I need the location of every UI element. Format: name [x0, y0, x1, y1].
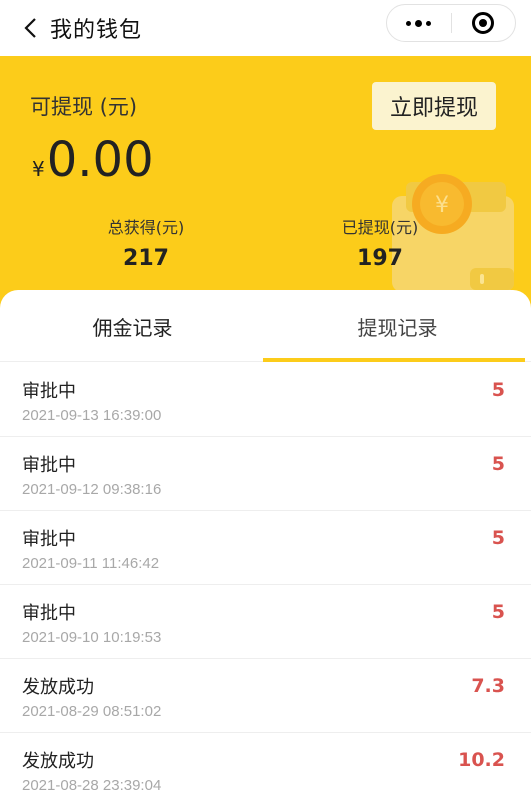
list-item[interactable]: 发放成功 2021-08-29 08:51:02 7.3 [0, 659, 531, 733]
record-status: 审批中 [22, 603, 76, 624]
more-dots-icon [404, 19, 433, 27]
balance-value: 0.00 [46, 132, 154, 188]
record-time: 2021-08-29 08:51:02 [22, 703, 162, 720]
page-title: 我的钱包 [50, 18, 143, 43]
mini-program-capsule [386, 4, 516, 42]
tab-commission-records[interactable]: 佣金记录 [0, 290, 265, 362]
total-earned-label: 总获得(元) [107, 218, 185, 237]
list-item[interactable]: 审批中 2021-09-11 11:46:42 5 [0, 511, 531, 585]
record-amount: 5 [491, 453, 505, 475]
wallet-header: ¥ 可提现 (元) 立即提现 ¥0.00 总获得(元) 217 已提现(元) 1… [0, 56, 531, 316]
record-time: 2021-09-13 16:39:00 [22, 407, 162, 424]
list-item[interactable]: 审批中 2021-09-13 16:39:00 5 [0, 363, 531, 437]
record-amount: 5 [491, 527, 505, 549]
withdrawal-record-list: 审批中 2021-09-13 16:39:00 5 审批中 2021-09-12… [0, 363, 531, 798]
record-status: 审批中 [22, 529, 76, 550]
list-item[interactable]: 审批中 2021-09-12 09:38:16 5 [0, 437, 531, 511]
record-amount: 10.2 [458, 749, 505, 771]
record-amount: 7.3 [471, 675, 505, 697]
chevron-left-icon [24, 18, 36, 38]
currency-symbol: ¥ [32, 157, 45, 181]
available-balance-label: 可提现 (元) [30, 95, 138, 119]
withdraw-now-button[interactable]: 立即提现 [372, 82, 496, 130]
list-item[interactable]: 审批中 2021-09-10 10:19:53 5 [0, 585, 531, 659]
record-time: 2021-09-11 11:46:42 [22, 555, 160, 572]
record-status: 发放成功 [22, 677, 94, 698]
tab-withdrawal-records[interactable]: 提现记录 [265, 290, 530, 362]
more-button[interactable] [387, 5, 451, 41]
withdrawn-label: 已提现(元) [341, 218, 419, 237]
withdrawn-stat: 已提现(元) 197 [320, 214, 440, 271]
record-amount: 5 [491, 379, 505, 401]
active-tab-indicator [263, 358, 525, 362]
total-earned-stat: 总获得(元) 217 [86, 214, 206, 271]
record-time: 2021-08-28 23:39:04 [22, 777, 162, 794]
record-time: 2021-09-10 10:19:53 [22, 629, 162, 646]
records-panel: 佣金记录 提现记录 审批中 2021-09-13 16:39:00 5 审批中 … [0, 290, 531, 798]
record-status: 发放成功 [22, 751, 94, 772]
target-close-icon [472, 12, 495, 34]
record-tabs: 佣金记录 提现记录 [0, 290, 531, 362]
record-time: 2021-09-12 09:38:16 [22, 481, 162, 498]
total-earned-value: 217 [123, 246, 169, 271]
navigation-bar: 我的钱包 [0, 0, 531, 56]
back-button[interactable] [14, 11, 48, 45]
list-item[interactable]: 发放成功 2021-08-28 23:39:04 10.2 [0, 733, 531, 798]
close-button[interactable] [452, 5, 516, 41]
record-status: 审批中 [22, 381, 76, 402]
record-status: 审批中 [22, 455, 76, 476]
withdrawn-value: 197 [357, 246, 403, 271]
record-amount: 5 [491, 601, 505, 623]
balance-amount: ¥0.00 [32, 132, 154, 188]
